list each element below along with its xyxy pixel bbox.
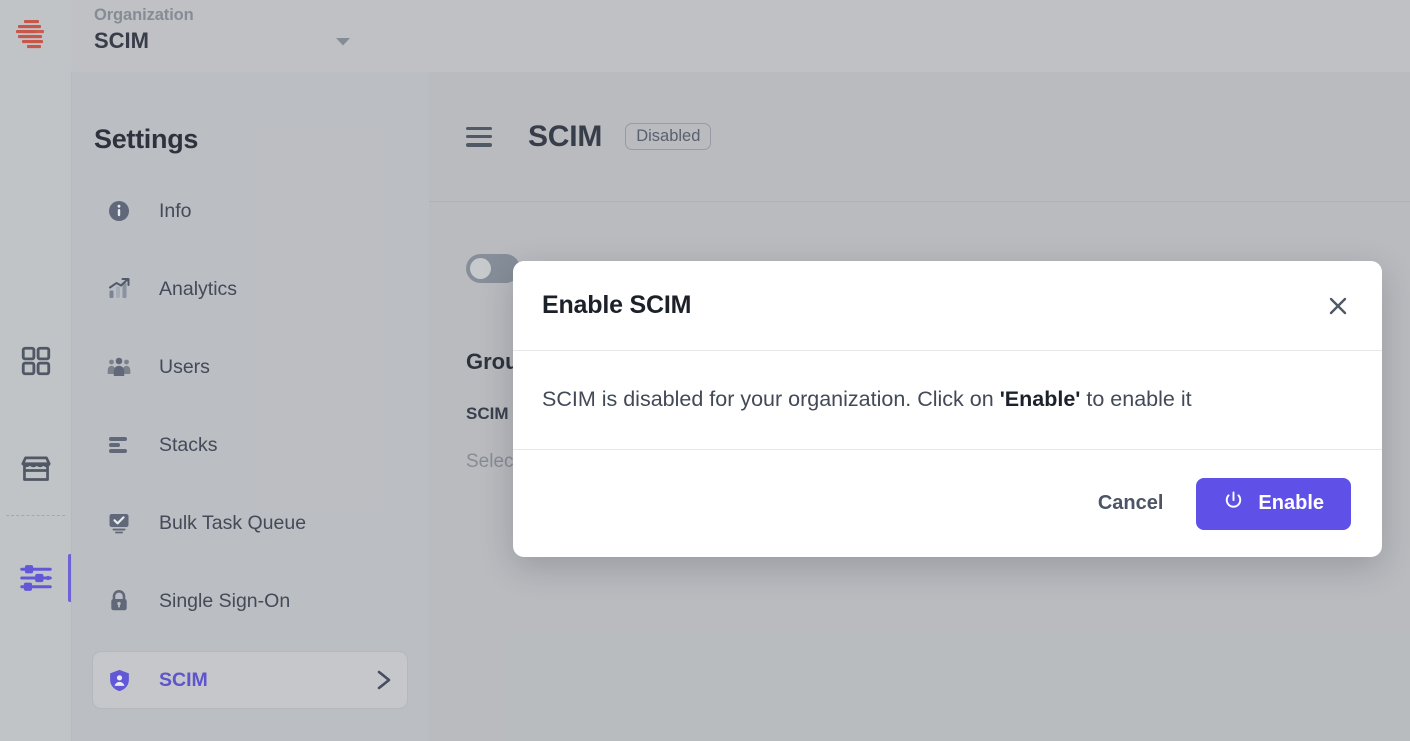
cancel-button[interactable]: Cancel	[1094, 482, 1168, 525]
dialog-message-prefix: SCIM is disabled for your organization. …	[542, 387, 1000, 411]
dialog-message-emphasis: 'Enable'	[999, 387, 1081, 411]
enable-button-label: Enable	[1258, 492, 1324, 515]
dialog-message-suffix: to enable it	[1080, 387, 1192, 411]
enable-scim-dialog: Enable SCIM SCIM is disabled for your or…	[513, 261, 1382, 558]
dialog-footer: Cancel Enable	[513, 450, 1382, 557]
power-icon	[1223, 490, 1244, 517]
dialog-body: SCIM is disabled for your organization. …	[513, 351, 1382, 451]
enable-button[interactable]: Enable	[1196, 477, 1351, 530]
close-icon[interactable]	[1323, 291, 1353, 321]
dialog-message: SCIM is disabled for your organization. …	[542, 384, 1353, 414]
dialog-title: Enable SCIM	[542, 291, 692, 319]
dialog-header: Enable SCIM	[513, 261, 1382, 351]
